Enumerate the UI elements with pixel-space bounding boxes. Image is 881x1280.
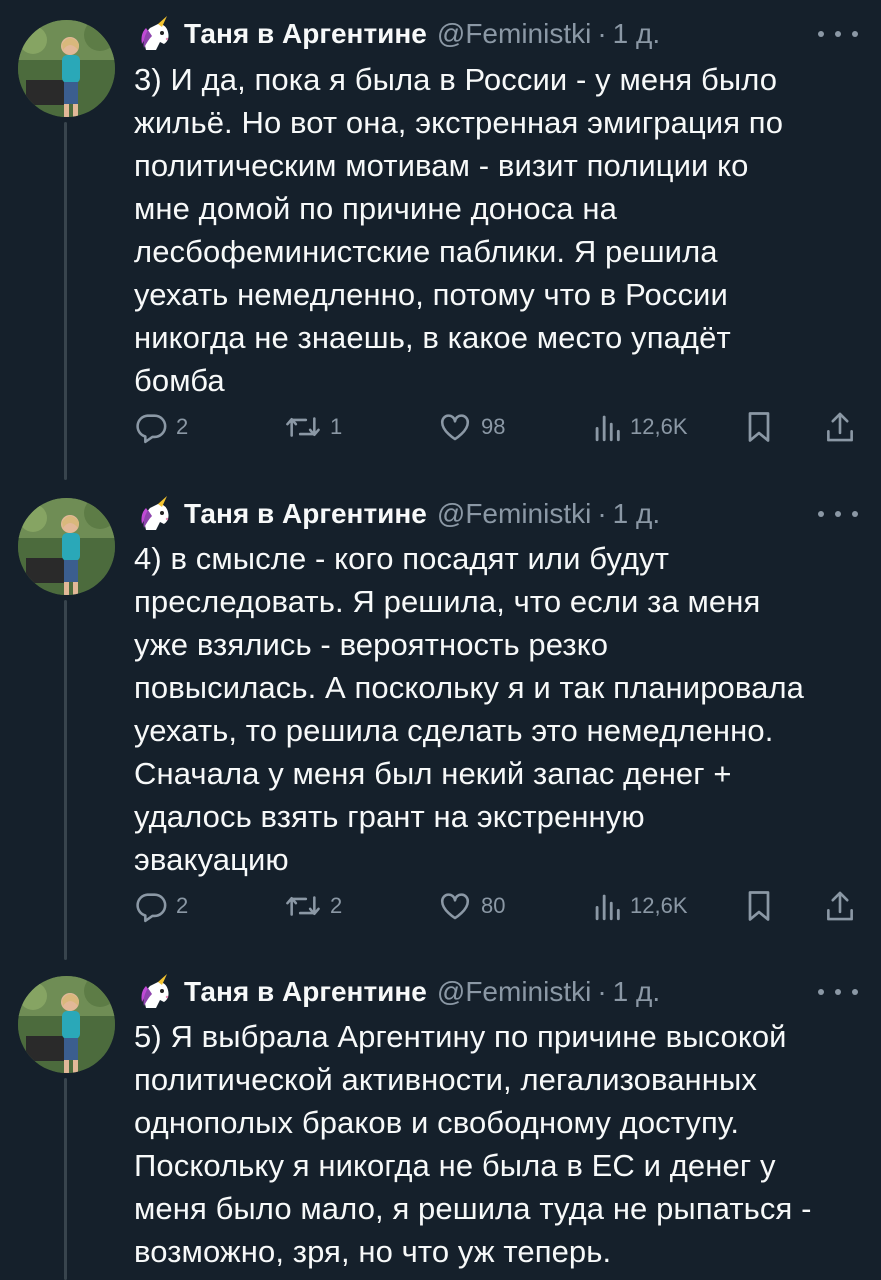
- author-name[interactable]: Таня в Аргентине: [184, 498, 427, 530]
- like-button[interactable]: 80: [437, 886, 505, 926]
- share-button[interactable]: [824, 407, 864, 447]
- retweet-count: 1: [330, 414, 343, 439]
- reply-button[interactable]: 2: [134, 407, 188, 447]
- like-count: 98: [481, 414, 506, 439]
- views-button[interactable]: 12,6K: [592, 407, 688, 447]
- reply-icon: [136, 893, 167, 923]
- reply-icon: [136, 414, 167, 444]
- bookmark-button[interactable]: [744, 407, 782, 447]
- author-handle[interactable]: @Feministki: [437, 18, 591, 50]
- share-icon: [827, 412, 853, 442]
- retweet-button[interactable]: 2: [284, 886, 342, 926]
- views-icon: [595, 894, 620, 921]
- avatar[interactable]: [18, 498, 115, 595]
- timestamp[interactable]: 1 д.: [613, 498, 660, 530]
- timestamp[interactable]: 1 д.: [613, 18, 660, 50]
- reply-count: 2: [176, 414, 189, 439]
- author-handle[interactable]: @Feministki: [437, 976, 591, 1008]
- like-button[interactable]: 98: [437, 407, 505, 447]
- retweet-icon: [286, 896, 320, 916]
- unicorn-emoji: [136, 494, 176, 534]
- tweet-text: 4) в смысле - кого посадят или будут пре…: [134, 541, 804, 877]
- retweet-button[interactable]: 1: [284, 407, 342, 447]
- separator-dot: ·: [597, 18, 607, 49]
- timestamp[interactable]: 1 д.: [613, 976, 660, 1008]
- retweet-icon: [286, 417, 320, 437]
- author-handle[interactable]: @Feministki: [437, 498, 591, 530]
- avatar[interactable]: [18, 20, 115, 117]
- like-icon: [440, 414, 470, 441]
- thread-line: [64, 122, 67, 480]
- thread-line: [64, 600, 67, 960]
- views-button[interactable]: 12,6K: [592, 886, 688, 926]
- views-count: 12,6K: [630, 893, 688, 918]
- views-count: 12,6K: [630, 414, 688, 439]
- separator-dot: ·: [597, 498, 607, 529]
- retweet-count: 2: [330, 893, 343, 918]
- reply-count: 2: [176, 893, 189, 918]
- tweet-text: 3) И да, пока я была в России - у меня б…: [134, 62, 784, 398]
- tweet-text: 5) Я выбрала Аргентину по причине высоко…: [134, 1019, 812, 1269]
- more-icon[interactable]: [818, 24, 858, 44]
- thread-line: [64, 1078, 67, 1280]
- share-icon: [827, 891, 853, 921]
- more-icon[interactable]: [818, 504, 858, 524]
- separator-dot: ·: [597, 976, 607, 1007]
- avatar[interactable]: [18, 976, 115, 1073]
- author-name[interactable]: Таня в Аргентине: [184, 18, 427, 50]
- share-button[interactable]: [824, 886, 864, 926]
- unicorn-emoji: [136, 14, 176, 54]
- like-count: 80: [481, 893, 506, 918]
- action-bar: 2 2 80 12,6K: [134, 886, 864, 926]
- unicorn-emoji: [136, 972, 176, 1012]
- views-icon: [595, 415, 620, 442]
- action-bar: 2 1 98 12,6K: [134, 407, 864, 447]
- bookmark-icon: [748, 891, 770, 921]
- bookmark-button[interactable]: [744, 886, 782, 926]
- like-icon: [440, 893, 470, 920]
- more-icon[interactable]: [818, 982, 858, 1002]
- author-name[interactable]: Таня в Аргентине: [184, 976, 427, 1008]
- bookmark-icon: [748, 412, 770, 442]
- reply-button[interactable]: 2: [134, 886, 188, 926]
